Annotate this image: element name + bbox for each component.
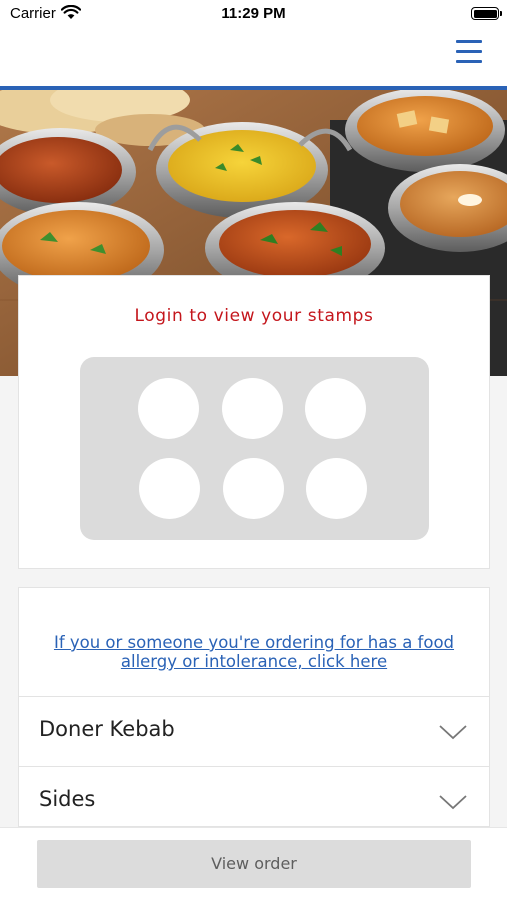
top-nav-bar <box>0 28 507 86</box>
category-label: Sides <box>39 787 96 811</box>
category-label: Doner Kebab <box>39 717 175 741</box>
stamp-slot <box>223 458 284 519</box>
allergy-info-link[interactable]: If you or someone you're ordering for ha… <box>39 633 469 671</box>
status-bar: Carrier 11:29 PM <box>0 0 507 28</box>
hamburger-menu-icon[interactable] <box>456 40 482 64</box>
view-order-button[interactable]: View order <box>37 840 471 888</box>
clock-label: 11:29 PM <box>221 5 286 22</box>
stamp-slot <box>306 458 367 519</box>
stamp-slot <box>305 378 366 439</box>
login-to-view-stamps-label[interactable]: Login to view your stamps <box>19 306 489 326</box>
stamp-slot <box>138 378 199 439</box>
stamp-slot <box>139 458 200 519</box>
footer-bar: View order <box>0 827 507 900</box>
stamp-slot <box>222 378 283 439</box>
chevron-down-icon <box>439 725 467 740</box>
stamp-board <box>80 357 429 540</box>
chevron-down-icon <box>439 795 467 810</box>
stamp-card-panel: Login to view your stamps <box>18 275 490 569</box>
battery-icon <box>471 7 502 20</box>
category-doner-kebab[interactable]: Doner Kebab <box>19 697 489 767</box>
menu-panel: If you or someone you're ordering for ha… <box>18 587 490 827</box>
